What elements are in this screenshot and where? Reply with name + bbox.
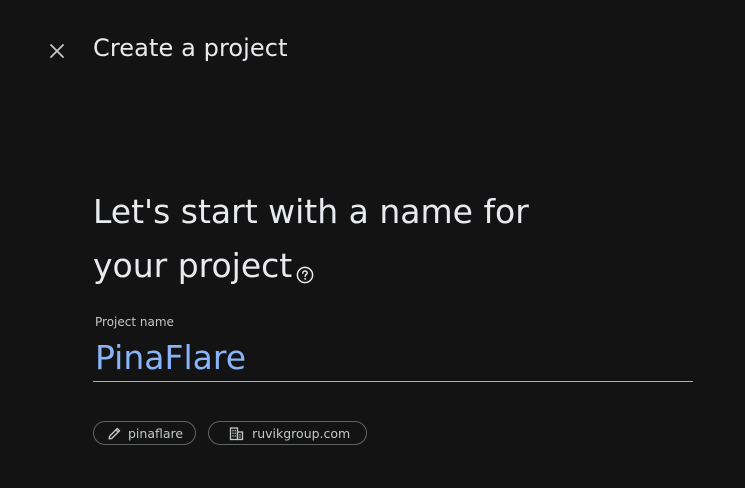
building-icon [229, 426, 244, 441]
organization-label: ruvikgroup.com [252, 425, 351, 441]
project-name-input[interactable] [93, 334, 693, 382]
heading-line-1: Let's start with a name for [93, 192, 529, 231]
organization-chip[interactable]: ruvikgroup.com [208, 421, 368, 445]
page-title: Create a project [93, 34, 288, 62]
close-icon [49, 43, 65, 59]
project-id-label: pinaflare [128, 425, 184, 441]
help-circle-icon[interactable] [296, 246, 314, 284]
name-prompt-heading: Let's start with a name for your project [93, 185, 653, 293]
heading-line-2: your project [93, 246, 293, 285]
pencil-icon [107, 426, 122, 441]
close-button[interactable] [44, 38, 70, 64]
project-id-chip[interactable]: pinaflare [93, 421, 197, 445]
create-project-page: Create a project Let's start with a name… [0, 0, 745, 488]
project-name-field: Project name [93, 314, 693, 386]
project-name-label: Project name [95, 315, 174, 329]
project-info-chips: pinaflare ruvikgroup.com [93, 421, 368, 445]
